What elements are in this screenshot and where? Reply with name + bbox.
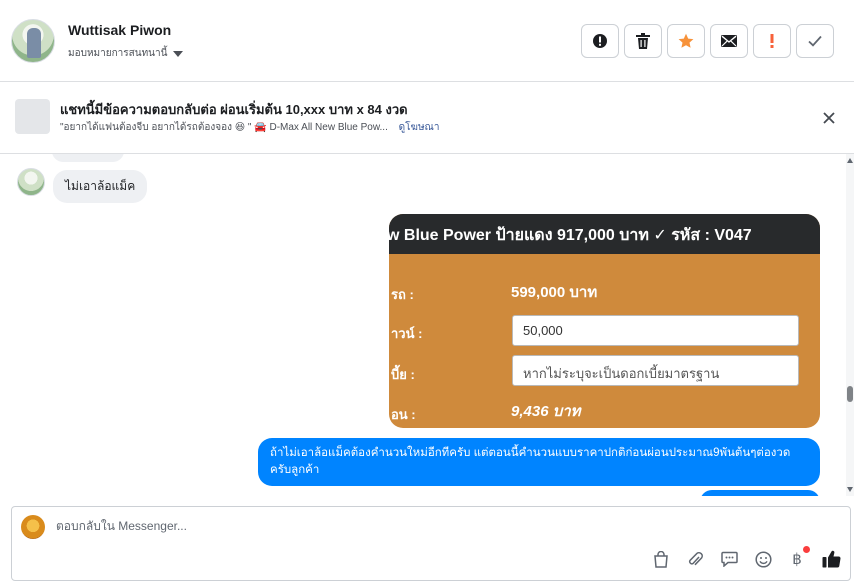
incoming-message: ไม่เอาล้อแม็ค <box>53 170 148 203</box>
avatar[interactable] <box>11 19 55 63</box>
message-thread[interactable]: ไม่เอาล้อแม็ค w Blue Power ป้ายแดง 917,0… <box>0 154 846 496</box>
image-header: w Blue Power ป้ายแดง 917,000 บาท ✓ รหัส … <box>389 214 820 254</box>
image-title: w Blue Power ป้ายแดง 917,000 บาท ✓ รหัส … <box>389 227 752 244</box>
caret-down-icon <box>173 50 184 57</box>
view-ad-link[interactable]: ดูโฆษณา <box>399 122 440 133</box>
baht-symbol: ฿ <box>792 551 802 568</box>
checkmark-icon <box>808 35 822 47</box>
trash-icon <box>636 33 650 49</box>
scrollbar-thumb[interactable] <box>847 386 853 402</box>
star-icon <box>678 33 694 48</box>
notification-dot <box>803 546 810 553</box>
baht-payment-icon[interactable]: ฿ <box>787 546 810 569</box>
spam-button[interactable] <box>581 24 619 58</box>
mark-done-button[interactable] <box>796 24 834 58</box>
ad-description: "อยากได้แฟนต้องจีบ อยากได้รถต้องจอง 😆 " … <box>60 122 388 133</box>
message-composer: ฿ <box>11 506 851 581</box>
paperclip-icon[interactable] <box>685 549 705 569</box>
contact-avatar <box>17 168 45 196</box>
close-icon <box>823 112 835 124</box>
contact-name[interactable]: Wuttisak Piwon <box>68 22 171 38</box>
image-down-payment-field: 50,000 <box>512 315 799 346</box>
outgoing-message: ถ้าไม่เอาล้อแม็คต้องคำนวนใหม่อีกทีครับ แ… <box>258 438 820 486</box>
conversation-actions <box>581 24 834 58</box>
follow-up-button[interactable] <box>753 24 791 58</box>
image-row-value: 599,000 บาท <box>511 284 598 301</box>
previous-message-bubble <box>52 154 124 162</box>
assign-label: มอบหมายการสนทนานี้ <box>68 48 168 59</box>
image-row-label: าวน์ : <box>391 326 423 341</box>
image-row-value: 9,436 บาท <box>511 403 581 420</box>
ad-title: แชทนี้มีข้อความตอบกลับต่อ ผ่อนเริ่มต้น 1… <box>60 102 408 117</box>
ad-thumbnail[interactable] <box>15 99 50 134</box>
scroll-down-arrow-icon[interactable] <box>847 487 853 492</box>
ad-reference-banner: แชทนี้มีข้อความตอบกลับต่อ ผ่อนเริ่มต้น 1… <box>0 82 854 154</box>
image-row-label: บี้ย : <box>391 367 415 382</box>
image-message[interactable]: w Blue Power ป้ายแดง 917,000 บาท ✓ รหัส … <box>389 214 820 428</box>
exclamation-icon <box>770 34 774 48</box>
next-message-bubble <box>700 490 820 496</box>
assign-conversation-dropdown[interactable]: มอบหมายการสนทนานี้ <box>68 46 184 61</box>
thread-scrollbar[interactable] <box>846 154 854 496</box>
reply-input[interactable] <box>56 519 656 533</box>
envelope-icon <box>721 35 737 47</box>
image-row-label: รถ : <box>391 287 414 302</box>
delete-button[interactable] <box>624 24 662 58</box>
image-row-label: อน : <box>391 407 416 422</box>
image-interest-field: หากไม่ระบุจะเป็นดอกเบี้ยมาตรฐาน <box>512 355 799 386</box>
scroll-up-arrow-icon[interactable] <box>847 158 853 163</box>
composer-toolbar: ฿ <box>651 546 841 569</box>
ad-subtitle: "อยากได้แฟนต้องจีบ อยากได้รถต้องจอง 😆 " … <box>60 120 439 135</box>
mark-unread-button[interactable] <box>710 24 748 58</box>
shop-bag-icon[interactable] <box>651 549 671 569</box>
saved-reply-icon[interactable] <box>719 549 739 569</box>
conversation-header: Wuttisak Piwon มอบหมายการสนทนานี้ <box>0 0 854 82</box>
page-avatar <box>21 515 45 539</box>
emoji-icon[interactable] <box>753 549 773 569</box>
star-button[interactable] <box>667 24 705 58</box>
thumbs-up-icon[interactable] <box>821 549 841 569</box>
close-ad-banner-button[interactable] <box>823 111 836 129</box>
alert-circle-icon <box>593 34 607 48</box>
